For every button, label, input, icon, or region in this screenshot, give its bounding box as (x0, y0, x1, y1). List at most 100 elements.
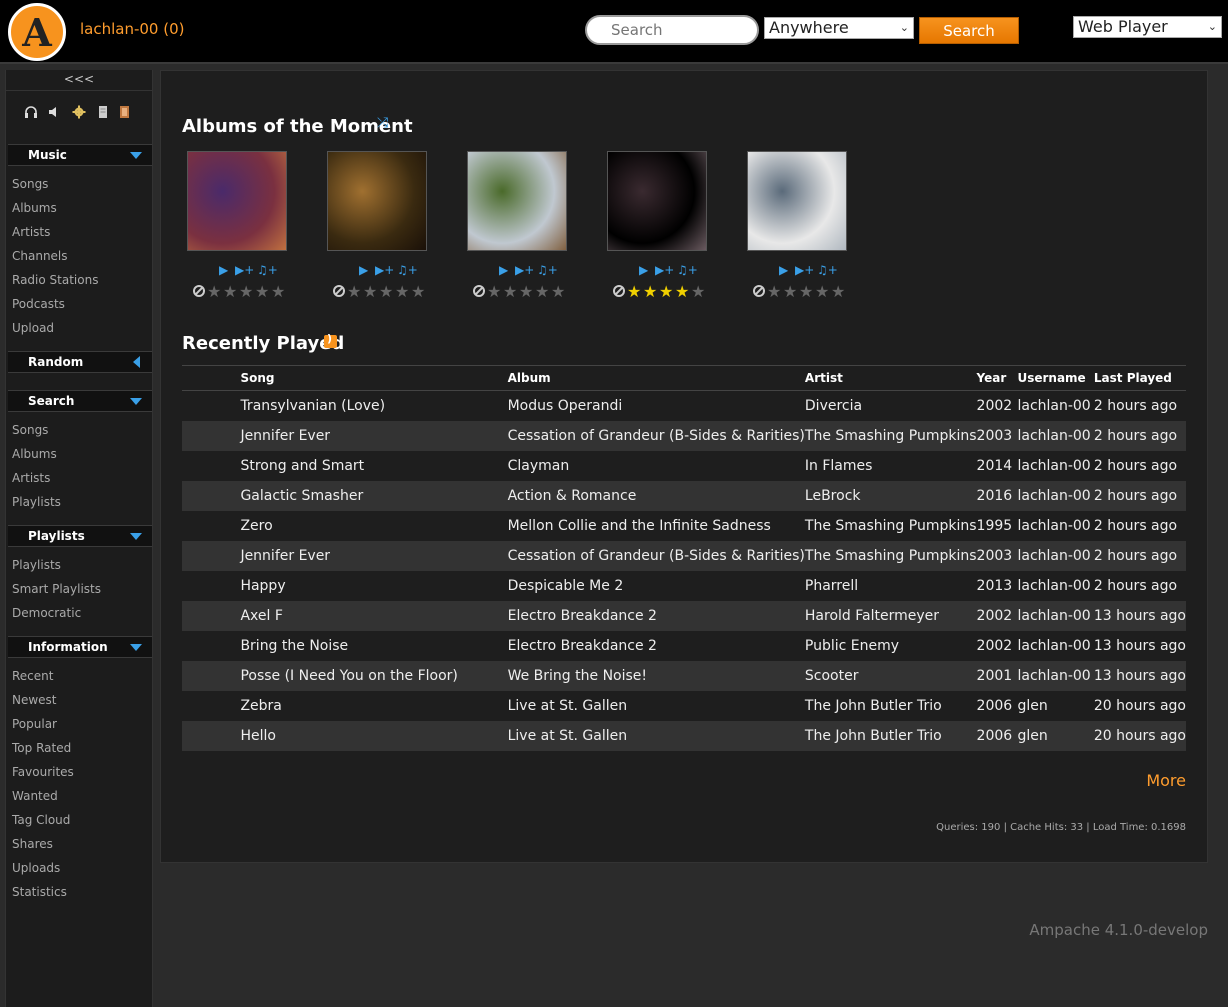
table-header-username[interactable]: Username (1017, 365, 1094, 391)
gear-icon[interactable] (72, 105, 86, 119)
cell-album[interactable]: Action & Romance (507, 480, 805, 511)
table-row[interactable]: Transylvanian (Love) Modus Operandi Diverc… (182, 390, 1186, 421)
cell-album[interactable]: Mellon Collie and the Infinite Sadness (507, 510, 805, 541)
cell-artist[interactable]: Divercia (804, 390, 977, 421)
star-icon[interactable]: ★ (487, 282, 501, 301)
cell-song[interactable]: Zebra (240, 690, 508, 721)
star-icon[interactable]: ★ (411, 282, 425, 301)
table-header-album[interactable]: Album (507, 365, 805, 391)
table-row[interactable]: Axel F Electro Breakdance 2 Harold Falterm… (182, 600, 1186, 631)
cell-artist[interactable]: Scooter (804, 660, 977, 691)
user-link[interactable]: lachlan-00 (0) (80, 20, 185, 38)
table-header-year[interactable]: Year (976, 365, 1018, 391)
star-icon[interactable]: ★ (271, 282, 285, 301)
sidebar-item-podcasts[interactable]: Podcasts (12, 297, 65, 311)
search-button[interactable]: Search (919, 17, 1019, 44)
search-scope-select[interactable]: Anywhere ⌄ (764, 17, 914, 39)
headphones-icon[interactable] (24, 105, 38, 119)
sidebar-item-recent[interactable]: Recent (12, 669, 53, 683)
table-header-song[interactable]: Song (240, 365, 508, 391)
table-header-artist[interactable]: Artist (804, 365, 977, 391)
sidebar-header-information[interactable]: Information (8, 636, 152, 658)
cell-artist[interactable]: The John Butler Trio (804, 720, 977, 751)
album-cover[interactable] (747, 151, 847, 251)
sidebar-item-songs[interactable]: Songs (12, 177, 48, 191)
table-row[interactable]: Bring the Noise Electro Breakdance 2 Publi… (182, 630, 1186, 661)
add-to-playlist-icon[interactable]: ▶+ (795, 263, 814, 277)
document-icon[interactable] (96, 105, 110, 119)
add-to-queue-icon[interactable]: ♫+ (257, 263, 278, 277)
sidebar-header-search[interactable]: Search (8, 390, 152, 412)
cell-album[interactable]: Live at St. Gallen (507, 690, 805, 721)
ampache-logo[interactable]: A (8, 3, 66, 61)
sidebar-item-popular[interactable]: Popular (12, 717, 57, 731)
cell-song[interactable]: Happy (240, 570, 508, 601)
cell-album[interactable]: Cessation of Grandeur (B-Sides & Raritie… (507, 420, 805, 451)
sidebar-item-search-songs[interactable]: Songs (12, 423, 48, 437)
play-icon[interactable]: ▶ (639, 263, 648, 277)
cell-album[interactable]: Cessation of Grandeur (B-Sides & Raritie… (507, 540, 805, 571)
sidebar-header-random[interactable]: Random (8, 351, 152, 373)
star-icon[interactable]: ★ (815, 282, 829, 301)
speaker-icon[interactable] (46, 105, 60, 119)
star-icon[interactable]: ★ (207, 282, 221, 301)
cell-album[interactable]: Electro Breakdance 2 (507, 630, 805, 661)
play-icon[interactable]: ▶ (779, 263, 788, 277)
sidebar-header-playlists[interactable]: Playlists (8, 525, 152, 547)
star-icon[interactable]: ★ (627, 282, 641, 301)
add-to-queue-icon[interactable]: ♫+ (397, 263, 418, 277)
more-link[interactable]: More (1146, 771, 1186, 790)
no-rating-icon[interactable] (473, 285, 485, 297)
star-icon[interactable]: ★ (659, 282, 673, 301)
cell-username[interactable]: lachlan-00 (1017, 480, 1094, 511)
cell-album[interactable]: Live at St. Gallen (507, 720, 805, 751)
star-icon[interactable]: ★ (379, 282, 393, 301)
cell-username[interactable]: lachlan-00 (1017, 450, 1094, 481)
sidebar-item-statistics[interactable]: Statistics (12, 885, 67, 899)
cell-song[interactable]: Zero (240, 510, 508, 541)
sidebar-item-upload[interactable]: Upload (12, 321, 54, 335)
star-icon[interactable]: ★ (347, 282, 361, 301)
star-icon[interactable]: ★ (551, 282, 565, 301)
album-cover[interactable] (327, 151, 427, 251)
cell-song[interactable]: Strong and Smart (240, 450, 508, 481)
sidebar-item-channels[interactable]: Channels (12, 249, 68, 263)
table-row[interactable]: Zebra Live at St. Gallen The John Butler T… (182, 690, 1186, 721)
star-icon[interactable]: ★ (535, 282, 549, 301)
cell-artist[interactable]: Pharrell (804, 570, 977, 601)
cell-song[interactable]: Galactic Smasher (240, 480, 508, 511)
cell-username[interactable]: lachlan-00 (1017, 510, 1094, 541)
play-icon[interactable]: ▶ (359, 263, 368, 277)
sidebar-item-smart-playlists[interactable]: Smart Playlists (12, 582, 101, 596)
sidebar-item-albums[interactable]: Albums (12, 201, 57, 215)
add-to-playlist-icon[interactable]: ▶+ (655, 263, 674, 277)
table-row[interactable]: Happy Despicable Me 2 Pharrell 2013 lachlan-… (182, 570, 1186, 601)
cell-album[interactable]: Modus Operandi (507, 390, 805, 421)
cell-artist[interactable]: The John Butler Trio (804, 690, 977, 721)
sidebar-item-search-playlists[interactable]: Playlists (12, 495, 61, 509)
cell-artist[interactable]: In Flames (804, 450, 977, 481)
no-rating-icon[interactable] (193, 285, 205, 297)
star-icon[interactable]: ★ (223, 282, 237, 301)
cell-album[interactable]: We Bring the Noise! (507, 660, 805, 691)
cell-artist[interactable]: Public Enemy (804, 630, 977, 661)
star-icon[interactable]: ★ (239, 282, 253, 301)
cell-album[interactable]: Electro Breakdance 2 (507, 600, 805, 631)
sidebar-item-search-albums[interactable]: Albums (12, 447, 57, 461)
star-icon[interactable]: ★ (831, 282, 845, 301)
star-icon[interactable]: ★ (767, 282, 781, 301)
star-icon[interactable]: ★ (675, 282, 689, 301)
star-icon[interactable]: ★ (503, 282, 517, 301)
sidebar-item-playlists[interactable]: Playlists (12, 558, 61, 572)
add-to-queue-icon[interactable]: ♫+ (537, 263, 558, 277)
no-rating-icon[interactable] (753, 285, 765, 297)
cell-album[interactable]: Clayman (507, 450, 805, 481)
cell-song[interactable]: Posse (I Need You on the Floor) (240, 660, 508, 691)
album-cover[interactable] (187, 151, 287, 251)
album-cover[interactable] (607, 151, 707, 251)
cell-song[interactable]: Jennifer Ever (240, 540, 508, 571)
shuffle-icon[interactable]: ⤮ (377, 115, 388, 131)
album-cover[interactable] (467, 151, 567, 251)
table-header-last-played[interactable]: Last Played (1093, 365, 1186, 391)
cell-username[interactable]: lachlan-00 (1017, 390, 1094, 421)
